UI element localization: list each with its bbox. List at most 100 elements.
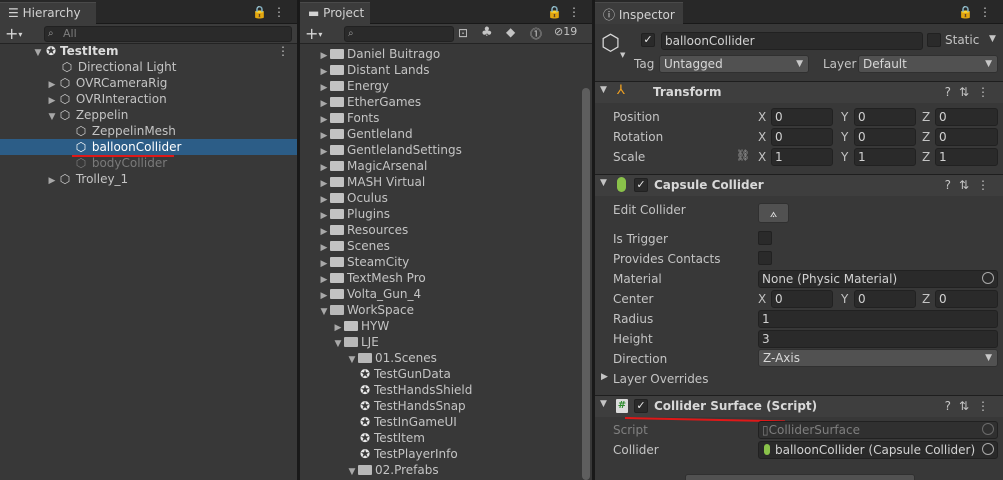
project-search-input[interactable]: ⌕	[344, 26, 454, 42]
static-checkbox[interactable]	[927, 33, 941, 47]
more-icon[interactable]: ⋮	[568, 5, 586, 19]
provides-contacts-checkbox[interactable]	[758, 251, 772, 265]
constrain-proportions-icon[interactable]: ⛓	[736, 149, 750, 162]
transform-position-z-field[interactable]: 0	[935, 108, 998, 126]
help-icon[interactable]: ?	[945, 178, 959, 192]
project-folder-item[interactable]: ▶ Volta_Gun_4	[300, 286, 592, 302]
layer-overrides-foldout[interactable]: ▶	[601, 372, 608, 382]
project-folder-item[interactable]: ▶ Daniel Buitrago	[300, 46, 592, 62]
more-icon[interactable]: ⋮	[277, 43, 289, 59]
hierarchy-item[interactable]: ⬡ Directional Light	[0, 59, 297, 75]
project-scene-item[interactable]: ✪ TestHandsShield	[300, 382, 592, 398]
warning-icon[interactable]: ⓵	[530, 25, 542, 42]
layer-overrides-label[interactable]: Layer Overrides	[613, 372, 708, 386]
direction-dropdown[interactable]: Z-Axis ▼	[758, 349, 998, 367]
axis-z-label[interactable]: Z	[922, 292, 930, 306]
tab-hierarchy[interactable]: ☰ Hierarchy	[0, 2, 96, 24]
project-folder-item[interactable]: ▶ GentlelandSettings	[300, 142, 592, 158]
axis-x-label[interactable]: X	[758, 130, 766, 144]
hierarchy-search-input[interactable]: ⌕ All	[44, 26, 292, 42]
project-folder-item[interactable]: ▶ Oculus	[300, 190, 592, 206]
project-folder-item[interactable]: ▼ LJE	[300, 334, 592, 350]
gameobject-large-icon[interactable]: ⬡	[601, 31, 620, 56]
object-picker-icon[interactable]	[982, 443, 994, 455]
hierarchy-item[interactable]: ▶ ⬡ Trolley_1	[0, 171, 297, 187]
foldout-arrow-icon[interactable]: ▼	[600, 85, 607, 95]
tab-project[interactable]: ▬ Project	[300, 2, 370, 24]
hierarchy-tab-menu[interactable]: 🔒⋮	[252, 5, 291, 19]
height-field[interactable]: 3	[758, 330, 998, 348]
collapsed-arrow-icon[interactable]: ▶	[46, 173, 58, 189]
create-asset-button[interactable]: +▾	[305, 24, 322, 43]
scene-row[interactable]: ▼ ✪ TestItem ⋮	[0, 43, 297, 59]
search-by-label-icon[interactable]: ♣	[481, 25, 493, 40]
project-folder-item[interactable]: ▼ 01.Scenes	[300, 350, 592, 366]
presets-icon[interactable]: ⇅	[959, 399, 977, 413]
project-scene-item[interactable]: ✪ TestGunData	[300, 366, 592, 382]
expand-arrow-icon[interactable]: ▼	[346, 464, 358, 480]
component-menu[interactable]: ?⇅⋮	[945, 399, 997, 413]
project-folder-item[interactable]: ▶ EtherGames	[300, 94, 592, 110]
project-folder-item[interactable]: ▶ Gentleland	[300, 126, 592, 142]
hierarchy-item[interactable]: ⬡ ZeppelinMesh	[0, 123, 297, 139]
foldout-arrow-icon[interactable]: ▼	[600, 399, 607, 409]
material-object-field[interactable]: None (Physic Material)	[758, 270, 998, 288]
tag-dropdown[interactable]: Untagged ▼	[659, 55, 809, 73]
lock-icon[interactable]: 🔒	[252, 5, 273, 19]
surface-enabled-checkbox[interactable]: ✓	[634, 399, 648, 413]
axis-y-label[interactable]: Y	[841, 150, 848, 164]
project-folder-item[interactable]: ▶ Distant Lands	[300, 62, 592, 78]
lock-icon[interactable]: 🔒	[958, 5, 979, 19]
edit-collider-button[interactable]: ⟑	[758, 203, 789, 223]
more-icon[interactable]: ⋮	[977, 178, 997, 192]
more-icon[interactable]: ⋮	[273, 5, 291, 19]
add-component-button[interactable]	[685, 474, 915, 480]
project-scene-item[interactable]: ✪ TestHandsSnap	[300, 398, 592, 414]
project-folder-item[interactable]: ▶ TextMesh Pro	[300, 270, 592, 286]
hidden-packages-icon[interactable]: ⊘19	[554, 25, 577, 38]
object-picker-icon[interactable]	[982, 272, 994, 284]
hierarchy-item[interactable]: ▼ ⬡ Zeppelin	[0, 107, 297, 123]
object-name-field[interactable]: balloonCollider	[661, 32, 923, 50]
component-menu[interactable]: ?⇅⋮	[945, 178, 997, 192]
transform-rotation-z-field[interactable]: 0	[935, 128, 998, 146]
project-folder-item[interactable]: ▶ SteamCity	[300, 254, 592, 270]
project-scene-item[interactable]: ✪ TestPlayerInfo	[300, 446, 592, 462]
more-icon[interactable]: ⋮	[979, 5, 997, 19]
transform-header[interactable]: ▼ ⅄ Transform ?⇅⋮	[595, 81, 1003, 103]
transform-scale-x-field[interactable]: 1	[771, 148, 833, 166]
more-icon[interactable]: ⋮	[977, 85, 997, 99]
foldout-arrow-icon[interactable]: ▼	[600, 178, 607, 188]
more-icon[interactable]: ⋮	[977, 399, 997, 413]
project-tab-menu[interactable]: 🔒⋮	[547, 5, 586, 19]
hierarchy-item[interactable]: ▶ ⬡ OVRInteraction	[0, 91, 297, 107]
transform-scale-y-field[interactable]: 1	[854, 148, 916, 166]
axis-y-label[interactable]: Y	[841, 110, 848, 124]
project-folder-item[interactable]: ▼ 02.Prefabs	[300, 462, 592, 478]
project-scrollbar[interactable]	[582, 88, 590, 480]
help-icon[interactable]: ?	[945, 399, 959, 413]
axis-z-label[interactable]: Z	[922, 150, 930, 164]
presets-icon[interactable]: ⇅	[959, 85, 977, 99]
capsule-center-z-field[interactable]: 0	[935, 290, 998, 308]
collider-surface-header[interactable]: ▼ # ✓ Collider Surface (Script) ?⇅⋮	[595, 395, 1003, 417]
transform-rotation-y-field[interactable]: 0	[854, 128, 916, 146]
project-folder-item[interactable]: ▶ Resources	[300, 222, 592, 238]
chevron-down-icon[interactable]: ▼	[620, 51, 625, 59]
project-scene-item[interactable]: ✪ TestInGameUI	[300, 414, 592, 430]
axis-z-label[interactable]: Z	[922, 110, 930, 124]
axis-x-label[interactable]: X	[758, 292, 766, 306]
radius-field[interactable]: 1	[758, 310, 998, 328]
tab-inspector[interactable]: ⓘ Inspector	[595, 2, 683, 24]
axis-x-label[interactable]: X	[758, 150, 766, 164]
project-scene-item[interactable]: ✪ TestItem	[300, 430, 592, 446]
capsule-enabled-checkbox[interactable]: ✓	[634, 178, 648, 192]
transform-position-y-field[interactable]: 0	[854, 108, 916, 126]
capsule-collider-header[interactable]: ▼ ✓ Capsule Collider ?⇅⋮	[595, 174, 1003, 196]
capsule-center-y-field[interactable]: 0	[854, 290, 916, 308]
hierarchy-item-inactive[interactable]: ⬡ bodyCollider	[0, 155, 297, 171]
capsule-center-x-field[interactable]: 0	[771, 290, 833, 308]
project-folder-item[interactable]: ▶ Fonts	[300, 110, 592, 126]
layer-dropdown[interactable]: Default ▼	[858, 55, 998, 73]
hierarchy-item[interactable]: ▶ ⬡ OVRCameraRig	[0, 75, 297, 91]
